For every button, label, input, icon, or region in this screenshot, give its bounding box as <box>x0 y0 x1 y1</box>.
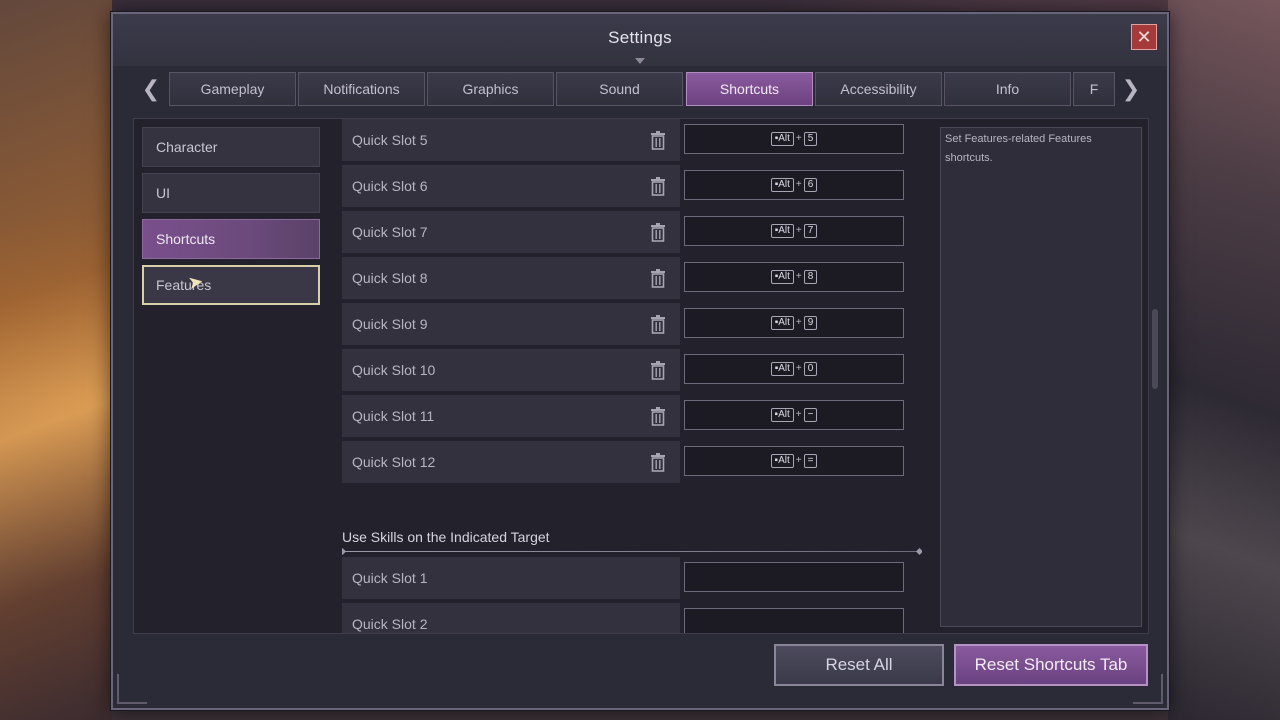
plus-sign: + <box>795 179 802 190</box>
keybind-field[interactable]: ▪Alt +7 <box>684 216 904 246</box>
shortcut-list: Quick Slot 5 ▪Alt +5 Quick Slot 6 ▪Alt +6 Quic… <box>342 119 922 633</box>
shortcut-label: Quick Slot 8 <box>342 257 680 299</box>
chevron-right-icon: ❯ <box>1121 76 1141 101</box>
window-title: Settings <box>608 28 672 47</box>
trash-icon[interactable] <box>648 360 668 380</box>
shortcut-row: Quick Slot 8 ▪Alt +8 <box>342 257 906 299</box>
plus-sign: + <box>795 409 802 420</box>
section-divider <box>342 551 920 552</box>
close-icon: ✕ <box>1136 27 1152 47</box>
shortcut-label: Quick Slot 1 <box>342 557 680 599</box>
tab-partial[interactable]: F <box>1073 72 1115 106</box>
plus-sign: + <box>795 225 802 236</box>
plus-sign: + <box>795 271 802 282</box>
sidebar-item-shortcuts[interactable]: Shortcuts <box>142 219 320 259</box>
background-left <box>0 0 112 720</box>
shortcut-label: Quick Slot 9 <box>342 303 680 345</box>
settings-window: Settings ✕ ❮ Gameplay Notifications Grap… <box>111 12 1169 710</box>
chevron-left-icon: ❮ <box>141 76 161 101</box>
trash-icon[interactable] <box>648 176 668 196</box>
shortcut-label: Quick Slot 11 <box>342 395 680 437</box>
modifier-key: ▪Alt <box>770 316 794 330</box>
modifier-key: ▪Alt <box>770 178 794 192</box>
shortcut-label: Quick Slot 6 <box>342 165 680 207</box>
close-button[interactable]: ✕ <box>1131 24 1157 50</box>
tab-accessibility[interactable]: Accessibility <box>815 72 942 106</box>
tab-scroll-left-button[interactable]: ❮ <box>133 72 169 108</box>
keybind-field[interactable]: ▪Alt +6 <box>684 170 904 200</box>
modifier-key: ▪Alt <box>770 270 794 284</box>
tab-sound[interactable]: Sound <box>556 72 683 106</box>
modifier-key: ▪Alt <box>770 132 794 146</box>
shortcut-row: Quick Slot 6 ▪Alt +6 <box>342 165 906 207</box>
keybind-field[interactable] <box>684 562 904 592</box>
keybind-field[interactable]: ▪Alt +9 <box>684 308 904 338</box>
modifier-key: ▪Alt <box>770 454 794 468</box>
primary-key: 0 <box>803 362 818 376</box>
modifier-key: ▪Alt <box>770 362 794 376</box>
plus-sign: + <box>795 317 802 328</box>
tab-shortcuts[interactable]: Shortcuts <box>686 72 813 106</box>
tab-graphics[interactable]: Graphics <box>427 72 554 106</box>
tab-gameplay[interactable]: Gameplay <box>169 72 296 106</box>
background-right <box>1168 0 1280 720</box>
shortcut-row: Quick Slot 5 ▪Alt +5 <box>342 119 906 161</box>
trash-icon[interactable] <box>648 222 668 242</box>
primary-key: 6 <box>803 178 818 192</box>
tab-info[interactable]: Info <box>944 72 1071 106</box>
reset-all-button[interactable]: Reset All <box>774 644 944 686</box>
sidebar-item-features[interactable]: Features <box>142 265 320 305</box>
keybind-field[interactable] <box>684 608 904 633</box>
scrollbar-thumb[interactable] <box>1152 309 1158 389</box>
primary-key: 8 <box>803 270 818 284</box>
title-bar: Settings ✕ <box>113 14 1167 66</box>
sidebar: Character UI Shortcuts Features <box>142 127 320 311</box>
trash-icon[interactable] <box>648 452 668 472</box>
trash-icon[interactable] <box>648 268 668 288</box>
sidebar-item-ui[interactable]: UI <box>142 173 320 213</box>
plus-sign: + <box>795 133 802 144</box>
shortcut-label: Quick Slot 12 <box>342 441 680 483</box>
target-shortcut-row: Quick Slot 2 <box>342 603 906 633</box>
trash-icon[interactable] <box>648 314 668 334</box>
plus-sign: + <box>795 455 802 466</box>
primary-key: = <box>803 454 818 468</box>
primary-key: 7 <box>803 224 818 238</box>
shortcut-row: Quick Slot 9 ▪Alt +9 <box>342 303 906 345</box>
shortcut-label: Quick Slot 2 <box>342 603 680 633</box>
corner-ornament-left <box>117 674 147 704</box>
shortcut-label: Quick Slot 10 <box>342 349 680 391</box>
keybind-field[interactable]: ▪Alt +0 <box>684 354 904 384</box>
shortcut-row: Quick Slot 10 ▪Alt +0 <box>342 349 906 391</box>
shortcut-row: Quick Slot 12 ▪Alt + = <box>342 441 906 483</box>
description-panel: Set Features-related Features shortcuts. <box>940 127 1142 627</box>
shortcut-row: Quick Slot 11 ▪Alt + − <box>342 395 906 437</box>
shortcut-row: Quick Slot 7 ▪Alt +7 <box>342 211 906 253</box>
keybind-field[interactable]: ▪Alt + − <box>684 400 904 430</box>
trash-icon[interactable] <box>648 406 668 426</box>
keybind-field[interactable]: ▪Alt +5 <box>684 124 904 154</box>
section-title: Use Skills on the Indicated Target <box>342 529 550 545</box>
primary-key: − <box>803 408 818 422</box>
tab-bar: ❮ Gameplay Notifications Graphics Sound … <box>133 70 1149 110</box>
primary-key: 9 <box>803 316 818 330</box>
keybind-field[interactable]: ▪Alt + = <box>684 446 904 476</box>
primary-key: 5 <box>803 132 818 146</box>
content-panel: Character UI Shortcuts Features Quick Sl… <box>133 118 1158 634</box>
reset-shortcuts-tab-button[interactable]: Reset Shortcuts Tab <box>954 644 1148 686</box>
modifier-key: ▪Alt <box>770 408 794 422</box>
keybind-field[interactable]: ▪Alt +8 <box>684 262 904 292</box>
modifier-key: ▪Alt <box>770 224 794 238</box>
trash-icon[interactable] <box>648 130 668 150</box>
tab-scroll-right-button[interactable]: ❯ <box>1113 72 1149 108</box>
shortcut-label: Quick Slot 7 <box>342 211 680 253</box>
sidebar-item-character[interactable]: Character <box>142 127 320 167</box>
description-text: Set Features-related Features shortcuts. <box>945 133 1092 164</box>
target-shortcut-row: Quick Slot 1 <box>342 557 906 599</box>
shortcut-label: Quick Slot 5 <box>342 119 680 161</box>
corner-ornament-right <box>1133 674 1163 704</box>
plus-sign: + <box>795 363 802 374</box>
title-ornament <box>635 58 645 64</box>
tab-notifications[interactable]: Notifications <box>298 72 425 106</box>
